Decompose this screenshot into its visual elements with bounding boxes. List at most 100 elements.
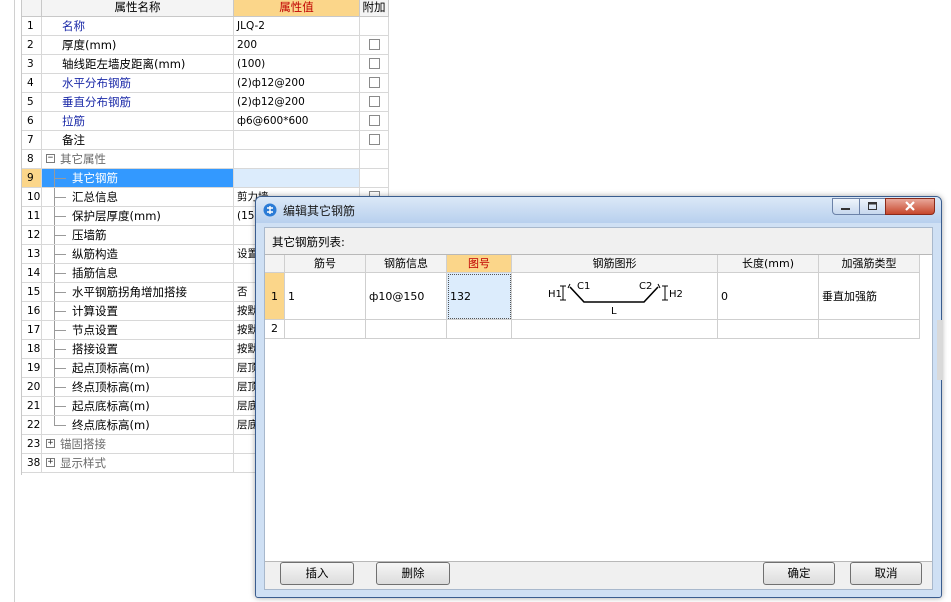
property-name-label: 终点顶标高(m) — [72, 380, 150, 394]
dialog-titlebar[interactable]: 编辑其它钢筋 — [256, 197, 941, 223]
property-name[interactable]: 起点顶标高(m) — [42, 359, 234, 377]
property-row[interactable]: 7 备注 — [22, 131, 389, 150]
attach-cell — [360, 150, 389, 168]
property-name[interactable]: + 锚固搭接 — [42, 435, 234, 453]
property-name[interactable]: 保护层厚度(mm) — [42, 207, 234, 225]
property-value[interactable]: (2)ф12@200 — [234, 93, 360, 111]
figure-no-cell[interactable]: 132 — [447, 273, 512, 320]
attach-checkbox[interactable] — [369, 134, 380, 145]
close-button[interactable] — [885, 198, 935, 215]
property-row[interactable]: 8− 其它属性 — [22, 150, 389, 169]
property-value[interactable] — [234, 131, 360, 149]
property-name[interactable]: 名称 — [42, 17, 234, 35]
property-value[interactable] — [234, 150, 360, 168]
property-name[interactable]: 终点顶标高(m) — [42, 378, 234, 396]
property-name[interactable]: 拉筋 — [42, 112, 234, 130]
table-row[interactable]: 2 — [265, 320, 920, 339]
bar-no-cell[interactable]: 1 — [285, 273, 366, 320]
attach-checkbox[interactable] — [369, 115, 380, 126]
property-row[interactable]: 5 垂直分布钢筋 (2)ф12@200 — [22, 93, 389, 112]
minimize-button[interactable] — [832, 198, 860, 215]
expand-icon[interactable]: + — [46, 458, 55, 467]
property-name[interactable]: − 其它属性 — [42, 150, 234, 168]
property-name[interactable]: 水平钢筋拐角增加搭接 — [42, 283, 234, 301]
expand-icon[interactable]: + — [46, 439, 55, 448]
length-cell[interactable] — [718, 320, 819, 339]
property-grid-header: 属性名称 属性值 附加 — [22, 0, 389, 17]
attach-checkbox[interactable] — [369, 96, 380, 107]
bar-no-cell[interactable] — [285, 320, 366, 339]
property-name[interactable]: 垂直分布钢筋 — [42, 93, 234, 111]
property-name[interactable]: 纵筋构造 — [42, 245, 234, 263]
property-name[interactable]: 计算设置 — [42, 302, 234, 320]
edit-other-rebar-dialog[interactable]: 编辑其它钢筋 其它钢筋列表: 筋号 钢筋信息 图号 钢筋图形 长度(mm) 加强… — [255, 196, 942, 598]
property-name[interactable]: 插筋信息 — [42, 264, 234, 282]
property-name[interactable]: 节点设置 — [42, 321, 234, 339]
property-name-label: 计算设置 — [72, 304, 118, 318]
property-value[interactable]: JLQ-2 — [234, 17, 360, 35]
property-value[interactable] — [234, 169, 360, 187]
row-number: 17 — [22, 321, 42, 339]
delete-button[interactable]: 删除 — [376, 562, 450, 585]
property-name[interactable]: 水平分布钢筋 — [42, 74, 234, 92]
row-number: 16 — [22, 302, 42, 320]
attach-checkbox[interactable] — [369, 58, 380, 69]
bar-shape-cell[interactable] — [512, 320, 718, 339]
property-value[interactable]: (100) — [234, 55, 360, 73]
header-attach: 附加 — [360, 0, 389, 16]
property-value[interactable]: (2)ф12@200 — [234, 74, 360, 92]
property-name[interactable]: + 显示样式 — [42, 454, 234, 472]
attach-cell — [360, 93, 389, 111]
attach-checkbox[interactable] — [369, 77, 380, 88]
property-name[interactable]: 终点底标高(m) — [42, 416, 234, 434]
property-row[interactable]: 2 厚度(mm) 200 — [22, 36, 389, 55]
property-name-label: 水平钢筋拐角增加搭接 — [72, 285, 187, 299]
property-name[interactable]: 其它钢筋 — [42, 169, 234, 187]
collapse-icon[interactable]: − — [46, 154, 55, 163]
property-value[interactable]: ф6@600*600 — [234, 112, 360, 130]
dialog-body: 其它钢筋列表: 筋号 钢筋信息 图号 钢筋图形 长度(mm) 加强筋类型 1 1… — [264, 227, 933, 590]
rebar-list-grid[interactable]: 筋号 钢筋信息 图号 钢筋图形 长度(mm) 加强筋类型 1 1 ф10@150… — [265, 254, 932, 562]
header-property-name: 属性名称 — [42, 0, 234, 16]
length-cell[interactable]: 0 — [718, 273, 819, 320]
bar-info-cell[interactable] — [366, 320, 447, 339]
property-name-label: 其它属性 — [60, 152, 106, 166]
reinforce-type-cell[interactable]: 垂直加强筋 — [819, 273, 920, 320]
col-bar-no: 筋号 — [285, 255, 366, 273]
row-number[interactable]: 1 — [265, 273, 285, 320]
row-number: 23 — [22, 435, 42, 453]
maximize-button[interactable] — [859, 198, 886, 215]
property-name-label: 节点设置 — [72, 323, 118, 337]
tree-branch — [54, 235, 66, 236]
property-row[interactable]: 4 水平分布钢筋 (2)ф12@200 — [22, 74, 389, 93]
minimize-icon — [841, 208, 850, 210]
property-name-label: 拉筋 — [62, 114, 85, 128]
table-row[interactable]: 1 1 ф10@150 132 H1 C1 C2 H2 L 0 垂直加强筋 — [265, 273, 920, 320]
property-name-label: 水平分布钢筋 — [62, 76, 131, 90]
property-name[interactable]: 厚度(mm) — [42, 36, 234, 54]
property-row[interactable]: 6 拉筋 ф6@600*600 — [22, 112, 389, 131]
bar-info-cell[interactable]: ф10@150 — [366, 273, 447, 320]
ok-button[interactable]: 确定 — [763, 562, 835, 585]
property-row[interactable]: 1 名称 JLQ-2 — [22, 17, 389, 36]
cancel-button[interactable]: 取消 — [850, 562, 922, 585]
bar-shape-cell[interactable]: H1 C1 C2 H2 L — [512, 273, 718, 320]
background-scrollbar[interactable] — [937, 320, 943, 380]
property-value[interactable]: 200 — [234, 36, 360, 54]
property-name[interactable]: 备注 — [42, 131, 234, 149]
insert-button[interactable]: 插入 — [280, 562, 354, 585]
tree-branch — [54, 368, 66, 369]
row-number: 14 — [22, 264, 42, 282]
property-row[interactable]: 9 其它钢筋 — [22, 169, 389, 188]
property-name[interactable]: 起点底标高(m) — [42, 397, 234, 415]
property-name[interactable]: 轴线距左墙皮距离(mm) — [42, 55, 234, 73]
row-number[interactable]: 2 — [265, 320, 285, 339]
property-row[interactable]: 3 轴线距左墙皮距离(mm) (100) — [22, 55, 389, 74]
property-name[interactable]: 汇总信息 — [42, 188, 234, 206]
grid-header: 筋号 钢筋信息 图号 钢筋图形 长度(mm) 加强筋类型 — [265, 255, 920, 273]
figure-no-cell[interactable] — [447, 320, 512, 339]
attach-checkbox[interactable] — [369, 39, 380, 50]
property-name[interactable]: 搭接设置 — [42, 340, 234, 358]
reinforce-type-cell[interactable] — [819, 320, 920, 339]
property-name[interactable]: 压墙筋 — [42, 226, 234, 244]
